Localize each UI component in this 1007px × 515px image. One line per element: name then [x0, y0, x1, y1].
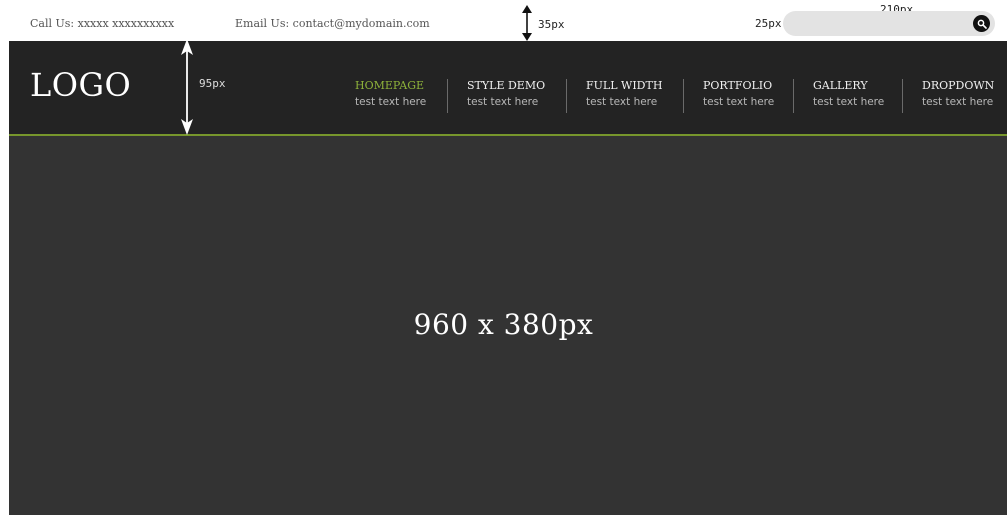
contact-phone: Call Us: xxxxx xxxxxxxxxx — [30, 17, 175, 30]
nav-item-style-demo[interactable]: STYLE DEMO test text here — [467, 79, 545, 113]
nav-item-homepage[interactable]: HOMEPAGE test text here — [355, 79, 426, 113]
nav-item-portfolio[interactable]: PORTFOLIO test text here — [703, 79, 774, 113]
search-input[interactable] — [797, 14, 957, 33]
banner-size-label: 960 x 380px — [413, 308, 594, 341]
nav-divider — [683, 79, 684, 113]
hero-banner: 960 x 380px — [9, 136, 1007, 515]
nav-item-title: STYLE DEMO — [467, 79, 546, 92]
nav-item-subtitle: test text here — [586, 96, 658, 108]
nav-item-subtitle: test text here — [813, 96, 885, 108]
search-icon — [977, 19, 987, 29]
vertical-dimension-arrow-icon — [181, 39, 193, 135]
nav-item-title: PORTFOLIO — [703, 79, 773, 92]
site-logo[interactable]: LOGO — [30, 69, 131, 101]
nav-item-full-width[interactable]: FULL WIDTH test text here — [586, 79, 662, 113]
nav-divider — [902, 79, 903, 113]
vertical-dimension-arrow-icon — [522, 5, 532, 41]
contact-email: Email Us: contact@mydomain.com — [235, 17, 430, 30]
nav-item-title: HOMEPAGE — [355, 79, 425, 92]
nav-item-gallery[interactable]: GALLERY test text here — [813, 79, 884, 113]
nav-item-dropdown[interactable]: DROPDOWN test text here — [922, 79, 994, 113]
search-button[interactable] — [973, 15, 990, 32]
topbar-height-label: 35px — [538, 18, 565, 31]
nav-item-title: GALLERY — [813, 79, 868, 92]
header-height-label: 95px — [199, 77, 226, 90]
nav-divider — [566, 79, 567, 113]
nav-divider — [793, 79, 794, 113]
nav-item-subtitle: test text here — [703, 96, 775, 108]
search-box — [783, 11, 995, 36]
search-height-label: 25px — [755, 17, 782, 30]
nav-divider — [447, 79, 448, 113]
nav-item-title: FULL WIDTH — [586, 79, 663, 92]
nav-item-title: DROPDOWN — [922, 79, 995, 92]
nav-item-subtitle: test text here — [922, 96, 994, 108]
nav-item-subtitle: test text here — [355, 96, 427, 108]
site-header: LOGO 95px HOMEPAGE test text here STYLE … — [9, 39, 1007, 136]
nav-item-subtitle: test text here — [467, 96, 539, 108]
top-bar: Call Us: xxxxx xxxxxxxxxx Email Us: cont… — [0, 0, 1007, 41]
